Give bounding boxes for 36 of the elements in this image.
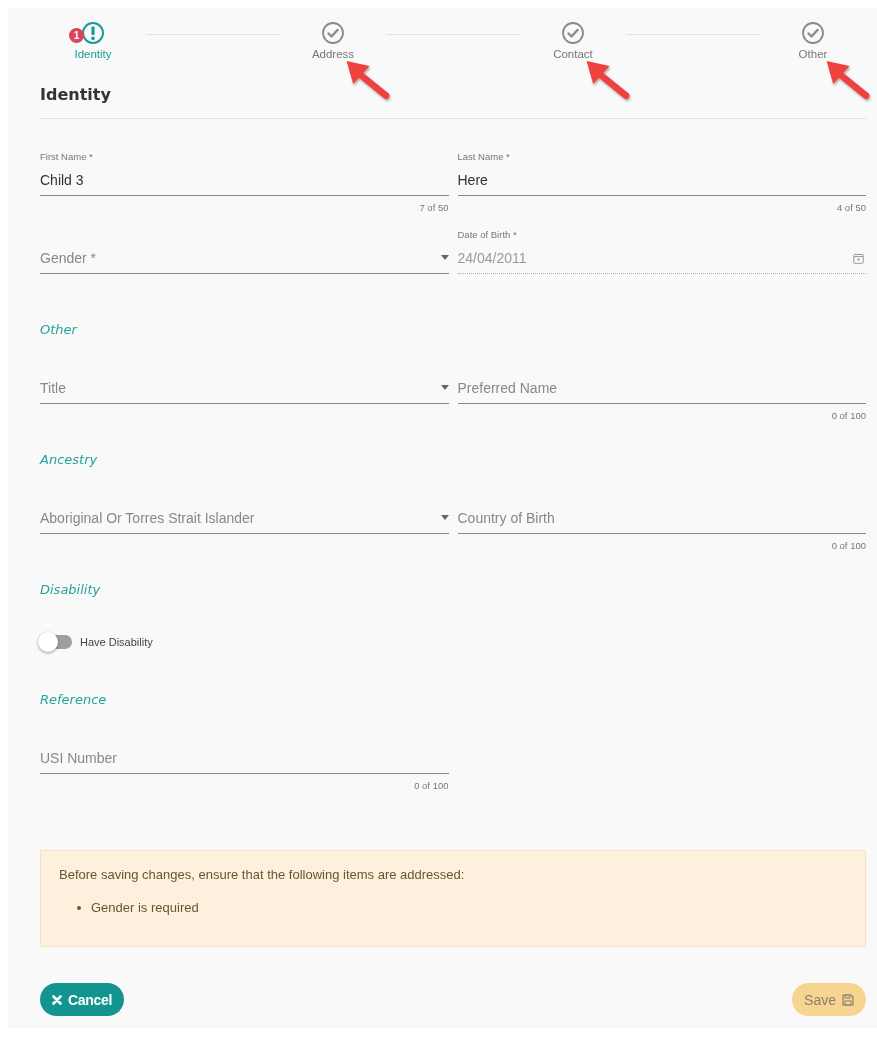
section-heading: Other xyxy=(40,321,79,339)
text-field[interactable]: Here xyxy=(457,164,866,196)
step-tab[interactable]: Address xyxy=(311,20,355,60)
step-tab[interactable]: Contact xyxy=(553,20,593,60)
toggle-switch[interactable] xyxy=(40,635,72,649)
character-counter: 7 of 50 xyxy=(418,202,449,214)
character-counter: 0 of 100 xyxy=(830,540,866,552)
step-tab[interactable]: Other xyxy=(798,20,828,60)
section-heading: Ancestry xyxy=(40,451,99,469)
section-title: Identity xyxy=(40,84,112,106)
character-counter: 0 of 100 xyxy=(830,410,866,422)
error-count-badge: 1 xyxy=(69,28,84,43)
caret-icon xyxy=(440,385,449,390)
cancel-button[interactable]: Cancel xyxy=(40,983,125,1016)
caret-icon xyxy=(440,255,449,260)
field-label: First Name * xyxy=(40,150,94,164)
close-icon xyxy=(52,994,62,1005)
notice-message: Before saving changes, ensure that the following items are addressed: xyxy=(59,867,466,882)
toggle-label: Have Disability xyxy=(80,636,153,648)
notice-item: Gender is required xyxy=(91,900,199,915)
section-heading: Reference xyxy=(40,691,108,709)
section-heading: Disability xyxy=(40,581,102,599)
field-label: Date of Birth * xyxy=(457,228,518,242)
text-field[interactable]: Child 3 xyxy=(40,164,449,196)
dropdown[interactable]: Title xyxy=(40,372,449,404)
character-counter: 0 of 100 xyxy=(413,780,449,792)
caret-icon xyxy=(440,515,449,520)
text-field[interactable]: USI Number xyxy=(40,742,449,774)
dropdown[interactable]: Aboriginal Or Torres Strait Islander xyxy=(40,502,449,534)
dropdown[interactable]: Gender * xyxy=(40,242,449,274)
bullet-icon xyxy=(77,905,81,910)
text-field[interactable]: Country of Birth xyxy=(457,502,866,534)
character-counter: 4 of 50 xyxy=(835,202,866,214)
field-label: Last Name * xyxy=(457,150,511,164)
text-field[interactable]: Preferred Name xyxy=(457,372,866,404)
calendar-icon[interactable] xyxy=(853,253,864,264)
